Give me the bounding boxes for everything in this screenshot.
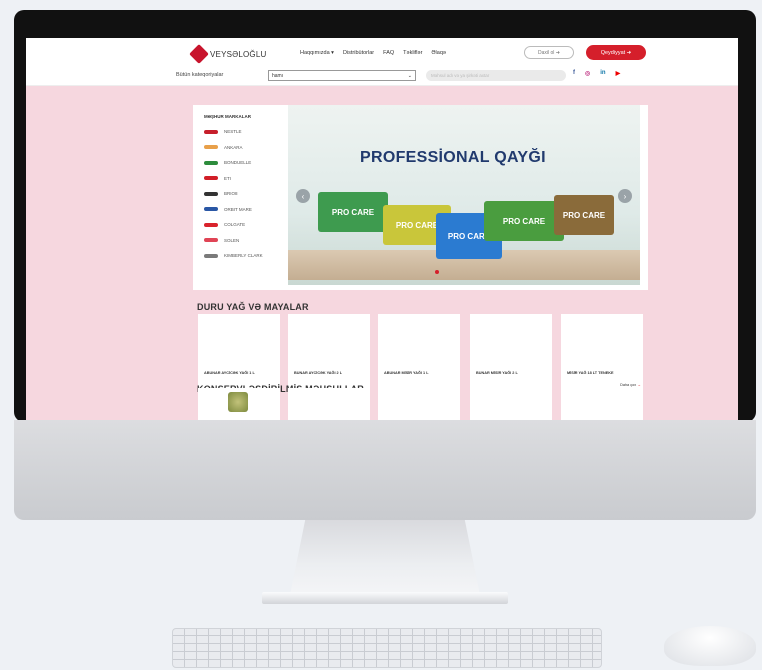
brand-name: ANKARA	[224, 144, 243, 150]
brands-title: MƏŞHUR MARKALAR	[204, 114, 252, 119]
product-card[interactable]	[561, 388, 643, 422]
section-title-oils: DURU YAĞ VƏ MAYALAR	[197, 302, 309, 312]
popular-brands-panel: MƏŞHUR MARKALAR NESTLE ANKARA BONDUELLE ETI…	[193, 105, 288, 290]
slider-dot-active[interactable]	[435, 270, 439, 274]
product-name: MİSİR YAĞ 18 LT TENEKE	[567, 371, 614, 375]
brand-logo-icon	[204, 129, 218, 134]
canned-product-image	[228, 392, 248, 412]
more-link-label: Daha çox	[620, 383, 637, 387]
brand-name: BRIO8	[224, 191, 238, 197]
brand-item[interactable]: ETI	[193, 171, 288, 187]
hero-banner: PROFESSİONAL QAYĞI PRO CARE PRO CARE PRO…	[288, 105, 648, 290]
brand-item[interactable]: COLGATE	[193, 217, 288, 233]
product-card[interactable]: ABUNAR AYCİCƏK YAĞI 1 L	[198, 314, 280, 390]
signin-button[interactable]: Daxil ol ➜	[524, 46, 574, 59]
more-link[interactable]: Daha çox →	[620, 383, 641, 387]
procare-pack: PRO CARE	[554, 195, 614, 235]
procare-pack: PRO CARE	[484, 201, 564, 241]
website-screen: VEYSƏLOĞLU Haqqımızda ▾ Distribütorlar F…	[26, 38, 738, 422]
brand-logo-icon	[204, 160, 218, 165]
brand-item[interactable]: SOLEN	[193, 233, 288, 249]
product-card[interactable]	[470, 388, 552, 422]
nav-distributors[interactable]: Distribütorlar	[343, 50, 374, 56]
register-button[interactable]: Qeydiyyat ➜	[586, 45, 646, 60]
chevron-down-icon: ⌄	[407, 72, 412, 79]
logo-diamond-icon	[189, 44, 209, 64]
brand-name: ORBIT MARE	[224, 206, 252, 212]
product-card[interactable]	[288, 388, 370, 422]
chevron-left-icon[interactable]: ‹	[296, 189, 310, 203]
brand-logo-icon	[204, 207, 218, 212]
brand-logo-icon	[204, 238, 218, 243]
product-card[interactable]: BUNAR MİSİR YAĞI 2 L	[470, 314, 552, 390]
nav-offers[interactable]: Təkliflər	[403, 50, 422, 56]
brand-item[interactable]: ORBIT MARE	[193, 202, 288, 218]
procare-pack: PRO CARE	[318, 192, 388, 232]
nav-contact[interactable]: Əlaqə	[431, 50, 446, 56]
brand-item[interactable]: ANKARA	[193, 140, 288, 156]
instagram-icon[interactable]: ◎	[585, 70, 590, 77]
product-card[interactable]: BUNAR AYCİCƏK YAĞI 2 L	[288, 314, 370, 390]
imac-stand-base	[262, 592, 508, 604]
brand-name: SOLEN	[224, 237, 240, 243]
brand-name: BONDUELLE	[224, 160, 252, 166]
hero-title: PROFESSİONAL QAYĞI	[360, 149, 546, 166]
brand-item[interactable]: BRIO8	[193, 186, 288, 202]
brand-name: ETI	[224, 175, 232, 181]
chevron-right-icon[interactable]: ›	[618, 189, 632, 203]
search-input[interactable]: Məhsul adı və ya şirkəti axtar	[426, 70, 566, 81]
main-nav: Haqqımızda ▾ Distribütorlar FAQ Təkliflə…	[300, 50, 446, 56]
imac-monitor: VEYSƏLOĞLU Haqqımızda ▾ Distribütorlar F…	[14, 10, 756, 422]
logo-text: VEYSƏLOĞLU	[210, 49, 267, 59]
facebook-icon[interactable]: f	[573, 70, 575, 77]
product-card[interactable]	[198, 388, 280, 422]
product-name: BUNAR MİSİR YAĞI 2 L	[476, 371, 518, 375]
brand-name: COLGATE	[224, 222, 246, 228]
brand-logo-icon	[204, 191, 218, 196]
site-logo[interactable]: VEYSƏLOĞLU	[189, 44, 267, 64]
brand-logo-icon	[204, 145, 218, 150]
youtube-icon[interactable]: ▶	[616, 70, 621, 77]
brand-logo-icon	[204, 222, 218, 227]
brand-item[interactable]: KIMBERLY CLARK	[193, 248, 288, 264]
product-name: BUNAR AYCİCƏK YAĞI 2 L	[294, 371, 343, 375]
brand-name: KIMBERLY CLARK	[224, 253, 263, 259]
product-card[interactable]: MİSİR YAĞ 18 LT TENEKE Daha çox →	[561, 314, 643, 390]
brand-item[interactable]: NESTLE	[193, 124, 288, 140]
imac-chin	[14, 420, 756, 520]
arrow-right-icon: →	[637, 383, 641, 387]
brand-item[interactable]: BONDUELLE	[193, 155, 288, 171]
product-card[interactable]: ABUNAR MİSİR YAĞI 1 L	[378, 314, 460, 390]
category-select[interactable]: hamı ⌄	[268, 70, 416, 81]
nav-faq[interactable]: FAQ	[383, 50, 394, 56]
hero-slide[interactable]: PROFESSİONAL QAYĞI PRO CARE PRO CARE PRO…	[288, 105, 640, 285]
social-links: f ◎ in ▶	[573, 70, 620, 77]
product-name: ABUNAR MİSİR YAĞI 1 L	[384, 371, 429, 375]
imac-stand	[290, 520, 480, 595]
brand-logo-icon	[204, 253, 218, 258]
mouse	[664, 626, 756, 666]
product-name: ABUNAR AYCİCƏK YAĞI 1 L	[204, 371, 255, 375]
category-select-value: hamı	[272, 72, 284, 79]
linkedin-icon[interactable]: in	[600, 70, 605, 77]
brand-name: NESTLE	[224, 129, 242, 135]
nav-about[interactable]: Haqqımızda ▾	[300, 50, 334, 56]
brand-logo-icon	[204, 176, 218, 181]
keyboard	[172, 628, 602, 668]
categories-label: Bütün kateqoriyalar	[176, 72, 224, 78]
site-header: VEYSƏLOĞLU Haqqımızda ▾ Distribütorlar F…	[26, 38, 738, 86]
product-card[interactable]	[378, 388, 460, 422]
